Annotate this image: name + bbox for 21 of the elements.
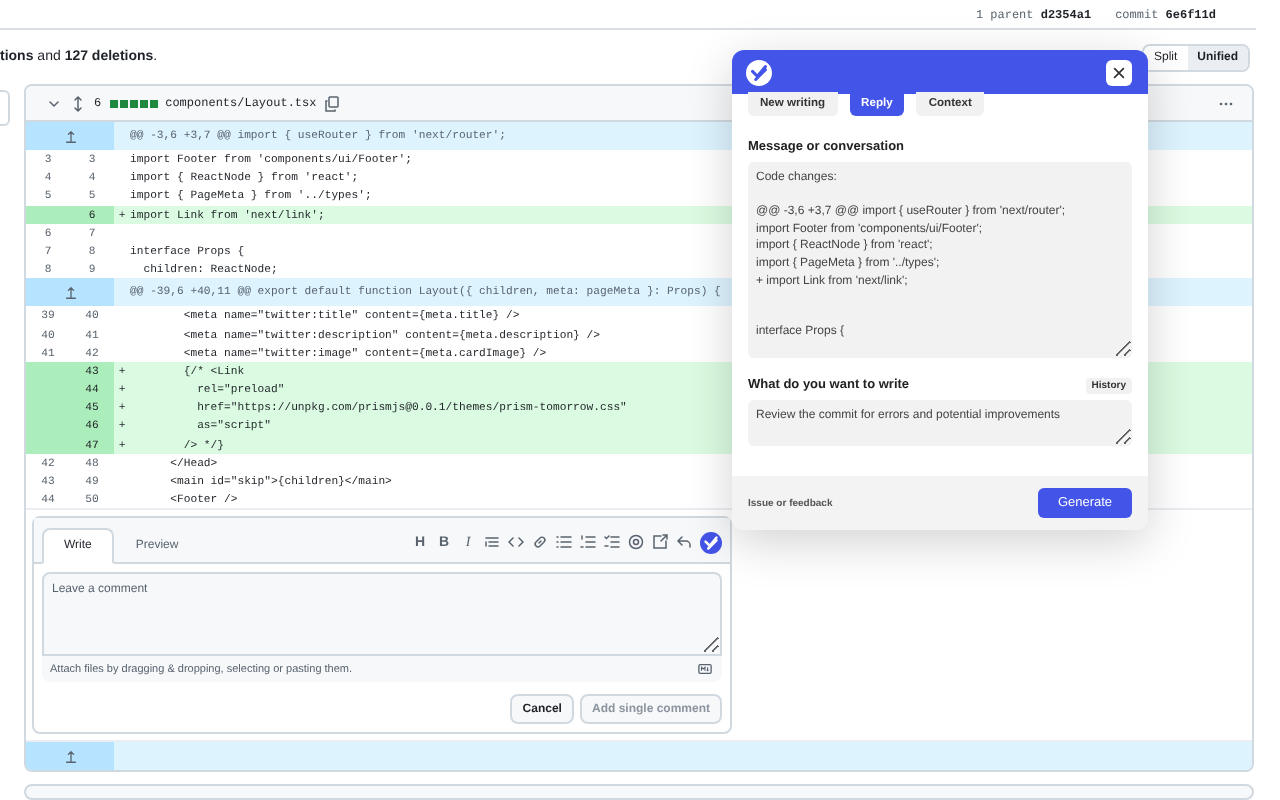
mention-icon[interactable] (628, 534, 644, 551)
reply-icon[interactable] (676, 534, 692, 551)
diffstat-drawing (109, 99, 158, 107)
close-icon (1112, 65, 1126, 79)
expand-icon (63, 129, 77, 143)
link-icon[interactable] (532, 534, 548, 551)
code-icon[interactable] (508, 534, 524, 551)
assistant-logo-icon[interactable] (700, 531, 722, 554)
quote-icon[interactable] (484, 534, 500, 551)
copy-icon[interactable] (324, 95, 341, 111)
task-list-icon[interactable] (604, 534, 620, 551)
reference-icon[interactable] (652, 534, 668, 551)
close-button[interactable] (1106, 59, 1132, 85)
expand-icon[interactable] (70, 95, 86, 111)
bulleted-list-icon[interactable] (556, 534, 572, 551)
expand-icon (63, 749, 77, 764)
expand-icon (63, 285, 77, 300)
markdown-icon (696, 662, 714, 677)
chevron-down-icon[interactable] (46, 95, 62, 111)
numbered-list-icon[interactable] (580, 534, 596, 551)
assistant-logo-icon (746, 59, 772, 85)
